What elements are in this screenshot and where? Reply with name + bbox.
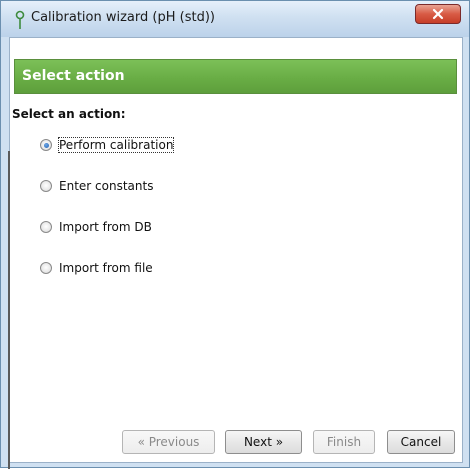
step-title: Select action <box>22 68 125 84</box>
next-button[interactable]: Next » <box>225 430 302 454</box>
option-label: Perform calibration <box>57 137 175 153</box>
option-label: Enter constants <box>59 179 154 193</box>
close-button[interactable] <box>415 4 461 24</box>
wizard-content: Select action Select an action: Perform … <box>9 37 463 463</box>
radio-import-from-file[interactable] <box>40 262 52 274</box>
window-left-shadow <box>8 151 10 469</box>
option-label: Import from DB <box>59 220 152 234</box>
finish-button[interactable]: Finish <box>313 430 375 454</box>
section-label: Select an action: <box>12 107 126 121</box>
window-title: Calibration wizard (pH (std)) <box>31 10 215 25</box>
option-label: Import from file <box>59 261 153 275</box>
radio-import-from-db[interactable] <box>40 221 52 233</box>
option-import-from-file[interactable]: Import from file <box>40 259 153 277</box>
title-bar[interactable]: Calibration wizard (pH (std)) <box>1 1 469 37</box>
previous-button[interactable]: « Previous <box>122 430 215 454</box>
option-perform-calibration[interactable]: Perform calibration <box>40 136 175 154</box>
radio-enter-constants[interactable] <box>40 180 52 192</box>
radio-perform-calibration[interactable] <box>40 139 52 151</box>
wizard-window: Calibration wizard (pH (std)) Select act… <box>0 0 470 469</box>
close-icon <box>432 8 444 20</box>
ph-probe-icon <box>15 10 25 29</box>
option-import-from-db[interactable]: Import from DB <box>40 218 152 236</box>
option-enter-constants[interactable]: Enter constants <box>40 177 153 195</box>
step-header: Select action <box>14 59 457 94</box>
cancel-button[interactable]: Cancel <box>387 430 455 454</box>
